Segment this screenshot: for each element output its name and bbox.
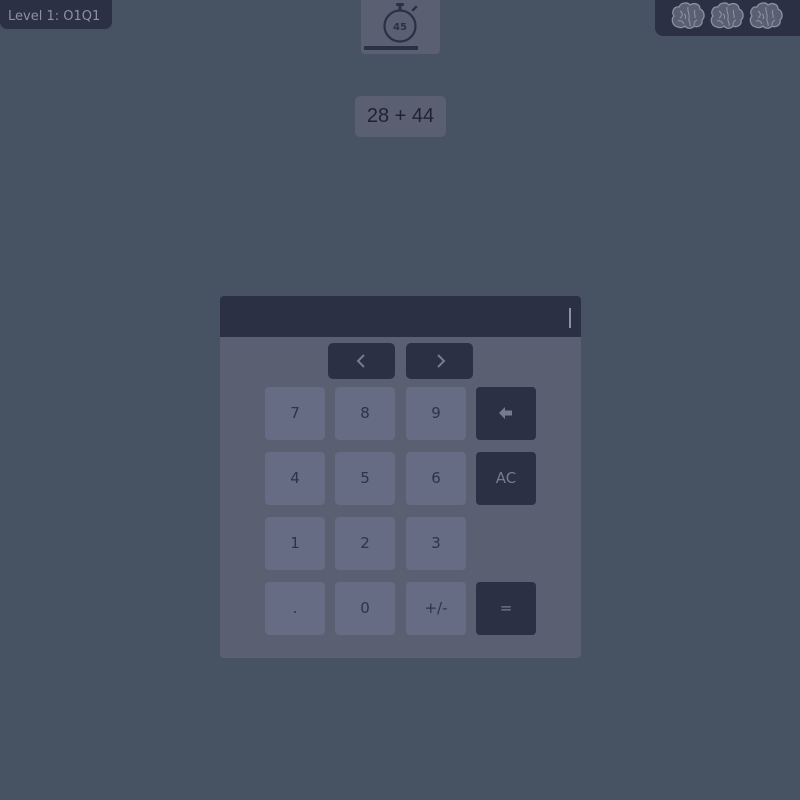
level-label: Level 1: O1Q1 — [0, 0, 112, 29]
key-0[interactable]: 0 — [335, 582, 395, 635]
key-5[interactable]: 5 — [335, 452, 395, 505]
key-1[interactable]: 1 — [265, 517, 325, 570]
brain-icon — [710, 2, 744, 29]
key-8[interactable]: 8 — [335, 387, 395, 440]
decimal-key[interactable]: . — [265, 582, 325, 635]
cursor-left-button[interactable] — [328, 343, 395, 379]
text-cursor — [569, 308, 571, 328]
answer-display[interactable] — [220, 296, 581, 337]
chevron-right-icon — [437, 354, 446, 368]
timer: 45 — [361, 0, 440, 54]
chevron-left-icon — [356, 354, 365, 368]
backspace-button[interactable] — [476, 387, 536, 440]
timer-value: 45 — [393, 22, 407, 33]
game-screen: Level 1: O1Q1 45 28 + 44 7 8 9 4 5 6 AC … — [0, 0, 800, 800]
stopwatch-icon: 45 — [383, 3, 418, 43]
key-4[interactable]: 4 — [265, 452, 325, 505]
timer-progress-bar — [364, 46, 418, 50]
key-2[interactable]: 2 — [335, 517, 395, 570]
sign-toggle-key[interactable]: +/- — [406, 582, 466, 635]
problem-expression: 28 + 44 — [355, 96, 446, 137]
lives — [655, 0, 800, 36]
backspace-icon — [499, 407, 512, 419]
equals-button[interactable]: = — [476, 582, 536, 635]
key-9[interactable]: 9 — [406, 387, 466, 440]
key-6[interactable]: 6 — [406, 452, 466, 505]
cursor-right-button[interactable] — [406, 343, 473, 379]
clear-button[interactable]: AC — [476, 452, 536, 505]
key-7[interactable]: 7 — [265, 387, 325, 440]
brain-icon — [749, 2, 783, 29]
key-3[interactable]: 3 — [406, 517, 466, 570]
brain-icon — [671, 2, 705, 29]
calculator: 7 8 9 4 5 6 AC 1 2 3 . 0 +/- = — [220, 296, 581, 658]
